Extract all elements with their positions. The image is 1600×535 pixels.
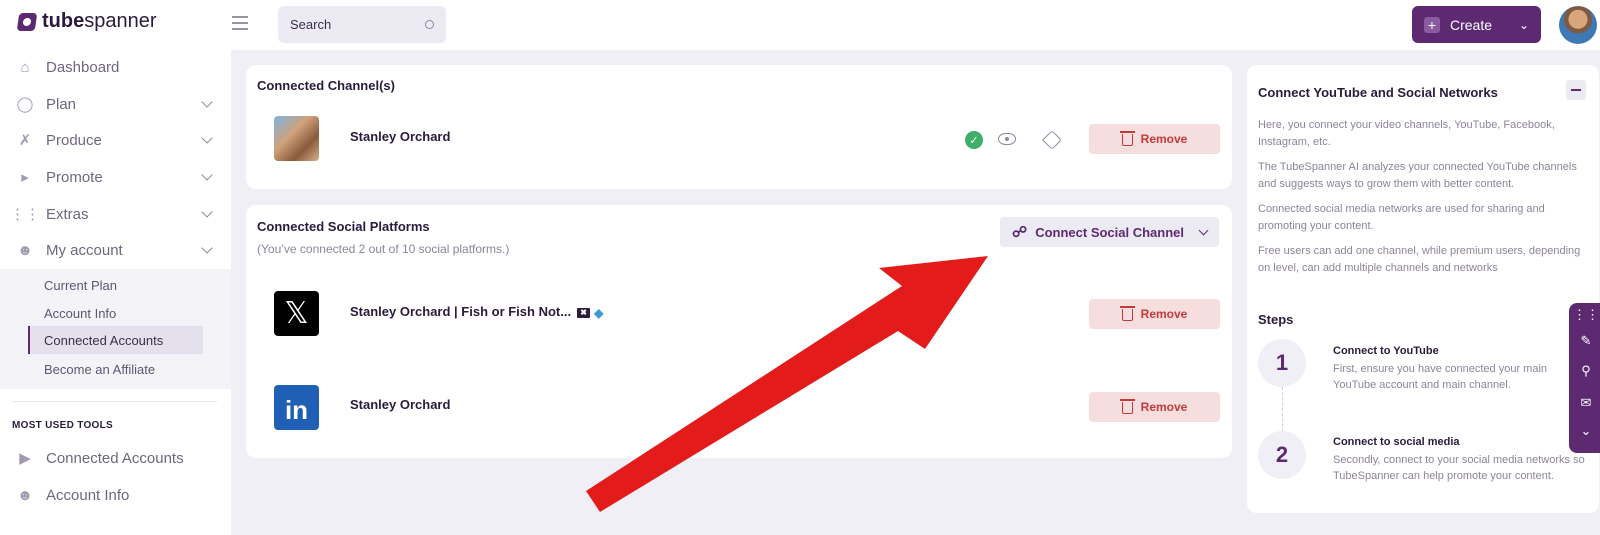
search-input[interactable] (290, 17, 400, 32)
megaphone-icon: ▸ (21, 169, 29, 186)
connected-channels-card: Connected Channel(s) Stanley Orchard ✓ R… (246, 65, 1232, 189)
remove-social-button[interactable]: Remove (1089, 299, 1220, 329)
link-icon: ☍ (1012, 224, 1028, 241)
submenu-item-become-affiliate[interactable]: Become an Affiliate (28, 355, 203, 383)
user-avatar[interactable] (1559, 6, 1597, 44)
step-title: Connect to social media (1333, 436, 1460, 448)
sidebar-item-plan[interactable]: ◯ Plan (16, 89, 213, 119)
linkedin-platform-icon: in (274, 385, 319, 430)
chevron-down-icon[interactable]: ⌄ (1578, 423, 1594, 439)
help-paragraph: The TubeSpanner AI analyzes your connect… (1258, 161, 1577, 190)
sidebar-item-promote[interactable]: ▸ Promote (16, 162, 213, 192)
chat-icon[interactable]: ✉ (1578, 395, 1594, 411)
search-doc-icon[interactable]: ⚲ (1578, 363, 1594, 379)
tag-icon[interactable] (1042, 130, 1062, 150)
chevron-down-icon (201, 169, 213, 181)
user-gear-icon: ☻ (17, 241, 33, 259)
step-number: 1 (1258, 339, 1306, 387)
search-icon[interactable] (425, 20, 434, 29)
step-text: First, ensure you have connected your ma… (1333, 363, 1548, 391)
social-platforms-card: Connected Social Platforms (You’ve conne… (246, 205, 1232, 458)
trash-icon (1119, 306, 1135, 321)
step-title: Connect to YouTube (1333, 345, 1439, 357)
flag-icon: ✖ (577, 307, 591, 318)
tools-icon: ✗ (18, 132, 32, 149)
bulb-icon: ◯ (16, 96, 34, 113)
top-bar: tubespanner + Create ⌄ (0, 0, 1600, 50)
chevron-down-icon (201, 242, 213, 254)
social-account-name[interactable]: Stanley Orchard (350, 397, 450, 412)
help-panel: Connect YouTube and Social Networks Here… (1247, 65, 1599, 513)
help-paragraph: Connected social media networks are used… (1258, 203, 1545, 232)
search-box[interactable] (278, 6, 446, 43)
grid-icon: ⋮⋮ (10, 206, 40, 223)
pencil-icon[interactable]: ✎ (1578, 333, 1594, 349)
plus-icon: + (1424, 16, 1440, 33)
channel-avatar (274, 116, 319, 161)
eye-icon[interactable] (998, 133, 1016, 145)
remove-channel-button[interactable]: Remove (1089, 124, 1220, 154)
sidebar-divider (12, 401, 217, 402)
user-gear-icon: ☻ (17, 486, 33, 504)
logo-icon (16, 12, 38, 31)
minus-icon (1571, 89, 1581, 91)
logo[interactable]: tubespanner (16, 10, 157, 33)
create-label: Create (1450, 16, 1493, 33)
step-number: 2 (1258, 431, 1306, 479)
sidebar: ⌂ Dashboard ◯ Plan ✗ Produce ▸ Promote ⋮… (0, 50, 231, 535)
submenu-item-connected-accounts[interactable]: Connected Accounts (28, 326, 203, 354)
logo-text: tubespanner (42, 10, 157, 32)
steps-title: Steps (1258, 312, 1294, 327)
tool-item-connected-accounts[interactable]: ▶ Connected Accounts (16, 443, 211, 473)
create-button[interactable]: + Create ⌄ (1412, 6, 1541, 43)
chevron-down-icon (201, 132, 213, 144)
x-platform-icon: 𝕏 (274, 291, 319, 336)
help-paragraph: Here, you connect your video channels, Y… (1258, 119, 1555, 148)
account-submenu: Current Plan Account Info Connected Acco… (0, 269, 231, 389)
youtube-icon: ▶ (19, 450, 31, 467)
social-count-note: (You’ve connected 2 out of 10 social pla… (257, 242, 510, 256)
chevron-down-icon (201, 96, 213, 108)
remove-social-button[interactable]: Remove (1089, 392, 1220, 422)
sidebar-item-my-account[interactable]: ☻ My account (16, 235, 213, 265)
submenu-item-account-info[interactable]: Account Info (28, 299, 203, 327)
chevron-down-icon: ⌄ (1518, 17, 1529, 32)
chevron-down-icon (201, 206, 213, 218)
sidebar-item-produce[interactable]: ✗ Produce (16, 125, 213, 155)
menu-toggle-icon[interactable] (232, 16, 248, 30)
connect-social-channel-button[interactable]: ☍ Connect Social Channel (1000, 217, 1219, 247)
help-title: Connect YouTube and Social Networks (1258, 85, 1498, 100)
step-connector (1282, 387, 1283, 437)
trash-icon (1119, 131, 1135, 146)
chevron-down-icon (1198, 225, 1209, 235)
social-account-name[interactable]: Stanley Orchard | Fish or Fish Not... ✖ ◆ (350, 304, 603, 320)
tool-item-account-info[interactable]: ☻ Account Info (16, 480, 211, 510)
card-title: Connected Social Platforms (257, 219, 430, 234)
sidebar-item-dashboard[interactable]: ⌂ Dashboard (16, 52, 211, 82)
collapse-button[interactable] (1566, 80, 1586, 100)
tools-title: MOST USED TOOLS (12, 420, 113, 431)
help-paragraph: Free users can add one channel, while pr… (1258, 245, 1581, 274)
trash-icon (1119, 399, 1135, 414)
verified-check-icon: ✓ (965, 131, 983, 149)
floating-toolbar: ⋮⋮ ✎ ⚲ ✉ ⌄ (1569, 303, 1600, 453)
step-text: Secondly, connect to your social media n… (1333, 454, 1585, 482)
sidebar-item-extras[interactable]: ⋮⋮ Extras (10, 199, 213, 229)
grid-icon[interactable]: ⋮⋮ (1573, 307, 1599, 323)
card-title: Connected Channel(s) (257, 78, 395, 93)
fish-icon: ◆ (594, 305, 604, 320)
channel-name[interactable]: Stanley Orchard (350, 129, 450, 144)
home-icon: ⌂ (20, 58, 30, 76)
submenu-item-current-plan[interactable]: Current Plan (28, 271, 203, 299)
